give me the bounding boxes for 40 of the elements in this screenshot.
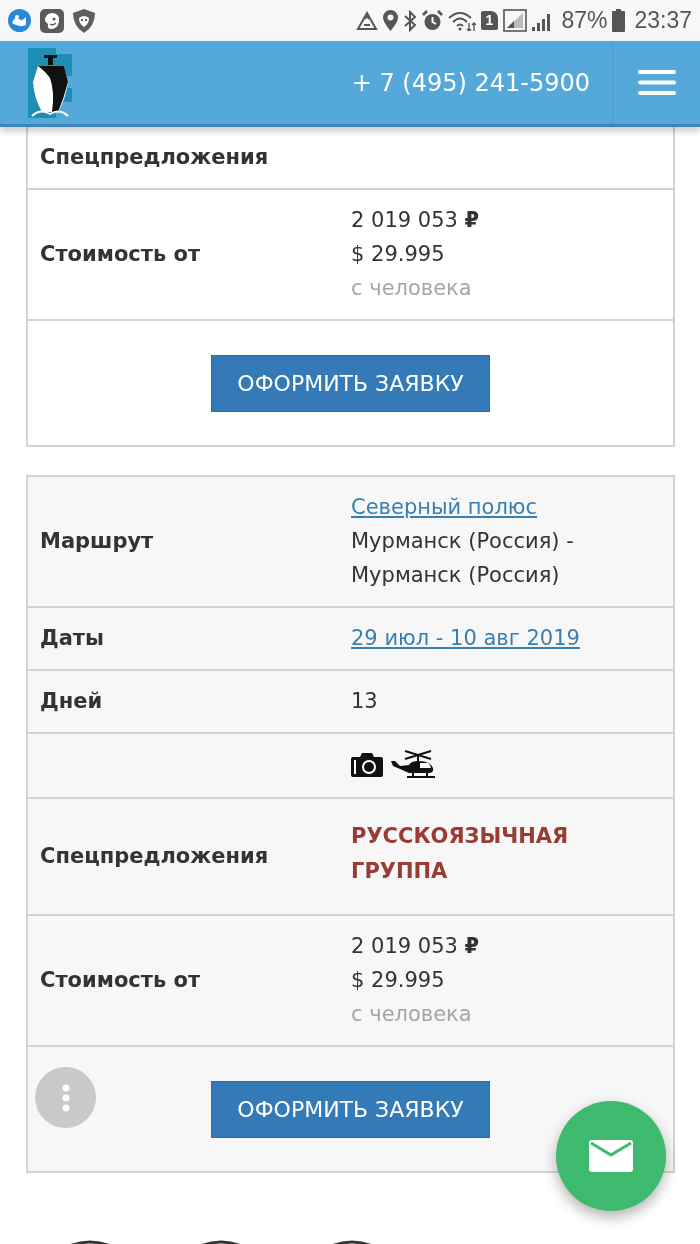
- price-rub-text: 2 019 053 ₽: [351, 933, 480, 960]
- ship-logo[interactable]: [28, 48, 72, 118]
- wifi-icon: [447, 10, 476, 31]
- order-button[interactable]: ОФОРМИТЬ ЗАЯВКУ: [211, 355, 490, 412]
- order-button[interactable]: ОФОРМИТЬ ЗАЯВКУ: [211, 1081, 490, 1138]
- value-text: 13: [351, 688, 378, 715]
- price-usd-text: $ 29.995: [351, 967, 445, 994]
- per-person-note: с человека: [351, 275, 472, 302]
- wave-icon: [8, 9, 31, 32]
- clock-time: 23:37: [634, 7, 692, 34]
- camera-icon: [351, 753, 383, 777]
- price-rub-text: 2 019 053 ₽: [351, 207, 480, 234]
- face-icon: [40, 8, 64, 33]
- more-vertical-icon: [61, 1083, 70, 1112]
- alarm-clock-icon: [421, 10, 443, 31]
- battery-percent: 87%: [561, 7, 608, 34]
- battery-icon: [612, 9, 626, 32]
- sim-indicator: 1: [480, 11, 499, 30]
- dates-link[interactable]: 29 июл - 10 авг 2019: [351, 621, 580, 655]
- row-label: Даты: [40, 626, 105, 650]
- row-label: Стоимость от: [40, 968, 201, 992]
- offer-text: РУССКОЯЗЫЧНАЯ ГРУППА: [351, 823, 570, 885]
- per-person-note: с человека: [351, 1001, 472, 1028]
- envelope-icon: [589, 1140, 633, 1172]
- location-pin-icon: [382, 10, 398, 31]
- route-link[interactable]: Северный полюс: [351, 490, 538, 524]
- row-label: Дней: [40, 689, 103, 713]
- row-label: Стоимость от: [40, 242, 201, 266]
- bluetooth-icon: [402, 9, 417, 32]
- triangle-icon: [355, 10, 378, 31]
- row-label: Спецпредложения: [40, 844, 269, 868]
- helicopter-icon: [391, 750, 437, 780]
- signal-icon: [503, 9, 528, 32]
- route-text: Мурманск (Россия) - Мурманск (Россия): [351, 528, 575, 589]
- phone-number[interactable]: + 7 (495) 241-5900: [351, 68, 612, 97]
- price-usd-text: $ 29.995: [351, 241, 445, 268]
- row-label: Спецпредложения: [40, 145, 269, 169]
- shield-icon: [73, 8, 95, 33]
- row-label: Маршрут: [40, 529, 154, 553]
- menu-icon: [637, 70, 676, 95]
